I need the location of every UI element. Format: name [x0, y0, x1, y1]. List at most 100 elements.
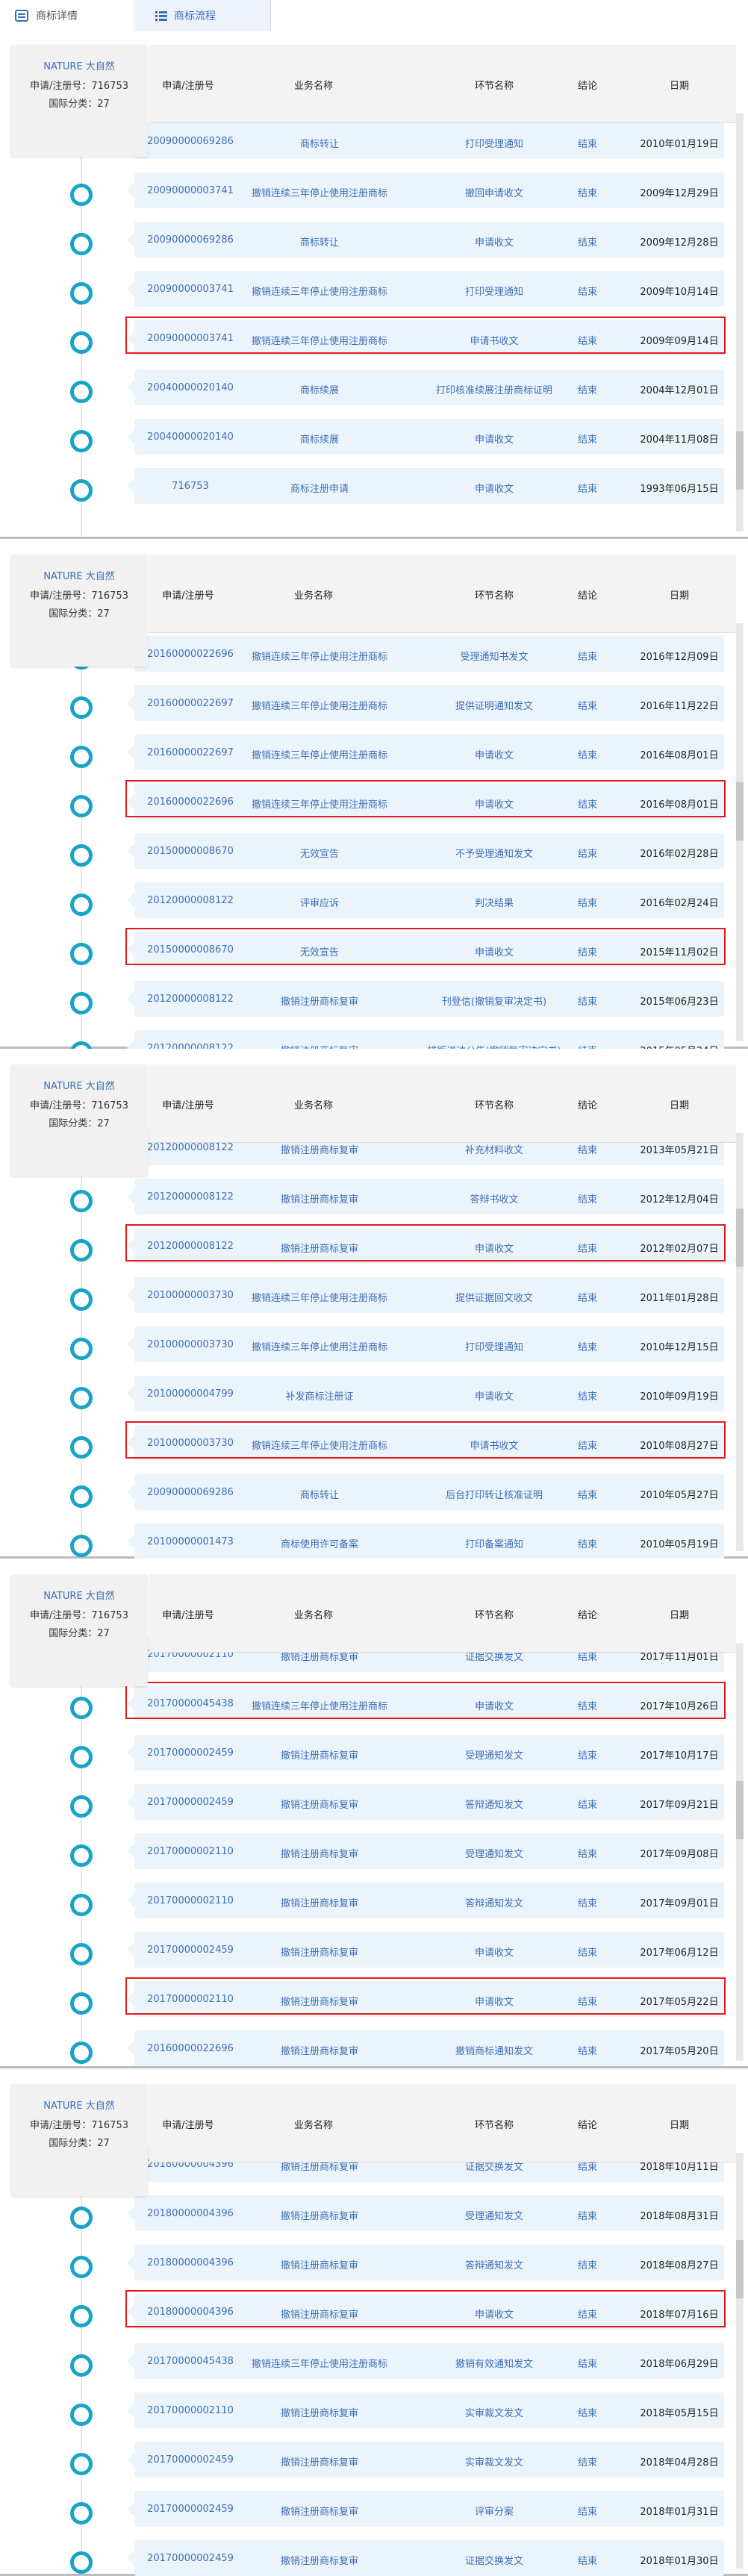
table-row[interactable]: 20120000008122 撤销注册商标复审 申请收文 结束 2012年02月… — [0, 1224, 748, 1266]
trademark-name[interactable]: NATURE 大自然 — [10, 568, 148, 582]
application-number-link[interactable]: 20120000008122 — [147, 1191, 234, 1203]
table-row[interactable]: 20160000022696 撤销注册商标复审 撤销商标通知发文 结束 2017… — [0, 2027, 748, 2068]
step-name: 撤销商标通知发文 — [455, 2046, 534, 2057]
business-name: 撤销注册商标复审 — [280, 2507, 359, 2518]
application-number-link[interactable]: 20120000008122 — [147, 994, 234, 1005]
application-number-link[interactable]: 20180000004396 — [147, 2257, 234, 2268]
table-row[interactable]: 20160000022696 撤销连续三年停止使用注册商标 申请收文 结束 20… — [0, 780, 748, 822]
table-row[interactable]: 20170000002110 撤销注册商标复审 答辩通知发文 结束 2017年0… — [0, 1879, 748, 1921]
table-row[interactable]: 20040000020140 商标续展 打印核准续展注册商标证明 结束 2004… — [0, 366, 748, 408]
application-number-link[interactable]: 20160000022696 — [147, 649, 234, 660]
application-number-link[interactable]: 20100000003730 — [147, 1290, 234, 1301]
step-name: 申请收文 — [474, 237, 514, 249]
business-name: 商标转让 — [299, 237, 340, 249]
application-number-link[interactable]: 20160000022696 — [147, 2043, 234, 2054]
application-number-link[interactable]: 20170000002459 — [147, 2454, 234, 2466]
table-row[interactable]: 20170000045438 撤销连续三年停止使用注册商标 撤销有效通知发文 结… — [0, 2339, 748, 2381]
table-row[interactable]: 20180000004396 撤销注册商标复审 申请收文 结束 2018年07月… — [0, 2290, 748, 2332]
application-number-link[interactable]: 20090000069286 — [147, 1487, 234, 1498]
table-row[interactable]: 20120000008122 撤销注册商标复审 刊登信(撤销复审决定书) 结束 … — [0, 977, 748, 1019]
application-number-link[interactable]: 20090000069286 — [147, 136, 234, 147]
table-row[interactable]: 20170000002110 撤销注册商标复审 受理通知发文 结束 2017年0… — [0, 1830, 748, 1871]
date-text: 2017年06月12日 — [640, 1947, 719, 1959]
application-number-link[interactable]: 20040000020140 — [147, 382, 234, 393]
application-number-link[interactable]: 20090000069286 — [147, 234, 234, 246]
business-name: 撤销注册商标复审 — [280, 1849, 359, 1860]
application-number-link[interactable]: 20170000002459 — [147, 2504, 234, 2515]
application-number-link[interactable]: 20160000022697 — [147, 698, 234, 709]
application-number-link[interactable]: 20170000002110 — [147, 1895, 234, 1906]
table-row[interactable]: 20100000003730 撤销连续三年停止使用注册商标 打印受理通知 结束 … — [0, 1323, 748, 1365]
table-row[interactable]: 716753 商标注册申请 申请收文 结束 1993年06月15日 — [0, 464, 748, 506]
table-row[interactable]: 20170000002459 撤销注册商标复审 答辩通知发文 结束 2017年0… — [0, 1780, 748, 1822]
table-row[interactable]: 20170000002459 撤销注册商标复审 受理通知发文 结束 2017年1… — [0, 1731, 748, 1773]
tab-trademark-process[interactable]: 商标流程 — [135, 0, 271, 31]
business-name: 撤销注册商标复审 — [280, 1750, 359, 1762]
application-number-link[interactable]: 20160000022697 — [147, 747, 234, 758]
application-number-link[interactable]: 20100000001473 — [147, 1536, 234, 1547]
business-name: 商标续展 — [299, 385, 340, 396]
application-number-link[interactable]: 20100000004799 — [147, 1388, 234, 1400]
table-row[interactable]: 20160000022697 撤销连续三年停止使用注册商标 申请收文 结束 20… — [0, 731, 748, 773]
application-number-link[interactable]: 20180000004396 — [147, 2208, 234, 2219]
trademark-name[interactable]: NATURE 大自然 — [10, 2098, 148, 2112]
application-number-link[interactable]: 20090000003741 — [147, 185, 234, 196]
tab-trademark-details[interactable]: 商标详情 — [0, 0, 134, 31]
application-number-link[interactable]: 20170000045438 — [147, 2356, 234, 2367]
table-row[interactable]: 20170000002459 撤销注册商标复审 实审裁文发文 结束 2018年0… — [0, 2438, 748, 2480]
table-row[interactable]: 20100000001473 商标使用许可备案 打印备案通知 结束 2010年0… — [0, 1520, 748, 1559]
table-row[interactable]: 20090000003741 撤销连续三年停止使用注册商标 申请书收文 结束 2… — [0, 316, 748, 358]
application-number-link[interactable]: 20170000002459 — [147, 1945, 234, 1956]
trademark-name[interactable]: NATURE 大自然 — [10, 58, 148, 72]
date-text: 2009年12月29日 — [640, 188, 719, 199]
table-row[interactable]: 20090000003741 撤销连续三年停止使用注册商标 打印受理通知 结束 … — [0, 267, 748, 309]
table-row[interactable]: 20150000008670 无效宣告 不予受理通知发文 结束 2016年02月… — [0, 829, 748, 871]
table-row[interactable]: 20090000069286 商标转让 申请收文 结束 2009年12月28日 — [0, 218, 748, 260]
result-text: 结束 — [577, 1490, 598, 1501]
trademark-name[interactable]: NATURE 大自然 — [10, 1078, 148, 1092]
column-header: 业务名称 — [293, 1610, 334, 1621]
application-number-link[interactable]: 20170000002110 — [147, 2405, 234, 2416]
table-row[interactable]: 20100000004799 补发商标注册证 申请收文 结束 2010年09月1… — [0, 1372, 748, 1414]
table-row[interactable]: 20170000002459 撤销注册商标复审 证据交换发文 结束 2018年0… — [0, 2536, 748, 2576]
international-class: 国际分类：27 — [49, 1118, 110, 1129]
table-row[interactable]: 20120000008122 评审应诉 判决结果 结束 2016年02月24日 — [0, 879, 748, 920]
step-name: 打印受理通知 — [464, 1342, 524, 1353]
table-row[interactable]: 20100000003730 撤销连续三年停止使用注册商标 提供证据回文收文 结… — [0, 1273, 748, 1315]
date-text: 1993年06月15日 — [640, 484, 719, 495]
application-number-link[interactable]: 20120000008122 — [147, 1043, 234, 1049]
application-number-link[interactable]: 20090000003741 — [147, 284, 234, 295]
application-number-link[interactable]: 20170000002110 — [147, 1846, 234, 1857]
column-header: 申请/注册号 — [162, 1100, 214, 1111]
application-number-link[interactable]: 20040000020140 — [147, 431, 234, 443]
trademark-name[interactable]: NATURE 大自然 — [10, 1588, 148, 1602]
table-row[interactable]: 20120000008122 撤销注册商标复审 排版送达公告(撤销复审决定书) … — [0, 1026, 748, 1049]
table-row[interactable]: 20150000008670 无效宣告 申请收文 结束 2015年11月02日 — [0, 928, 748, 970]
date-text: 2010年12月15日 — [640, 1342, 719, 1353]
table-row[interactable]: 20170000002459 撤销注册商标复审 申请收文 结束 2017年06月… — [0, 1928, 748, 1970]
table-row[interactable]: 20120000008122 撤销注册商标复审 答辩书收文 结束 2012年12… — [0, 1175, 748, 1217]
table-row[interactable]: 20090000069286 商标转让 后台打印转让核准证明 结束 2010年0… — [0, 1471, 748, 1512]
application-number-link[interactable]: 20120000008122 — [147, 1142, 234, 1153]
table-row[interactable]: 20170000002110 撤销注册商标复审 申请收文 结束 2017年05月… — [0, 1977, 748, 2019]
timeline-node-icon — [70, 1894, 93, 1916]
result-text: 结束 — [577, 1391, 598, 1403]
application-number-link[interactable]: 20170000002459 — [147, 1747, 234, 1759]
application-number-link[interactable]: 716753 — [172, 481, 209, 492]
table-row[interactable]: 20180000004396 撤销注册商标复审 答辩通知发文 结束 2018年0… — [0, 2241, 748, 2283]
table-row[interactable]: 20170000002459 撤销注册商标复审 评审分案 结束 2018年01月… — [0, 2487, 748, 2529]
application-number-link[interactable]: 20100000003730 — [147, 1339, 234, 1350]
table-row[interactable]: 20040000020140 商标续展 申请收文 结束 2004年11月08日 — [0, 415, 748, 457]
table-row[interactable]: 20180000004396 撤销注册商标复审 受理通知发文 结束 2018年0… — [0, 2192, 748, 2233]
table-row[interactable]: 20160000022697 撤销连续三年停止使用注册商标 提供证明通知发文 结… — [0, 682, 748, 723]
table-row[interactable]: 20090000003741 撤销连续三年停止使用注册商标 撤回申请收文 结束 … — [0, 169, 748, 210]
application-number-link[interactable]: 20170000002459 — [147, 2553, 234, 2564]
application-number-link[interactable]: 20120000008122 — [147, 895, 234, 906]
row-card: 20100000004799 补发商标注册证 申请收文 结束 2010年09月1… — [127, 1376, 724, 1412]
highlight-box — [125, 316, 726, 354]
table-row[interactable]: 20170000045438 撤销连续三年停止使用注册商标 申请收文 结束 20… — [0, 1682, 748, 1724]
table-row[interactable]: 20100000003730 撤销连续三年停止使用注册商标 申请书收文 结束 2… — [0, 1421, 748, 1463]
table-row[interactable]: 20170000002110 撤销注册商标复审 实审裁文发文 结束 2018年0… — [0, 2389, 748, 2430]
application-number-link[interactable]: 20150000008670 — [147, 846, 234, 857]
application-number-link[interactable]: 20170000002459 — [147, 1797, 234, 1808]
